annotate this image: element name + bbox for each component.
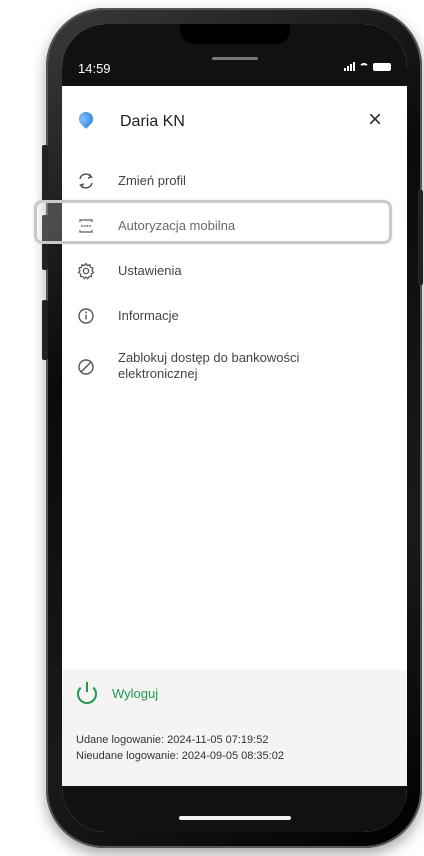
- home-indicator[interactable]: [179, 816, 291, 820]
- menu-header: Daria KN ×: [62, 86, 407, 146]
- menu-item-settings[interactable]: Ustawienia: [62, 262, 407, 302]
- gear-icon: [77, 262, 95, 280]
- menu-item-label: Ustawienia: [118, 263, 182, 278]
- menu-item-label: Zmień profil: [118, 173, 186, 188]
- profile-name: Daria KN: [120, 113, 185, 130]
- menu-item-label: Zablokuj dostęp do bankowości elektronic…: [118, 350, 300, 381]
- notch: [180, 24, 290, 44]
- logout-button[interactable]: Wyloguj: [76, 682, 158, 704]
- login-history: Udane logowanie: 2024-11-05 07:19:52 Nie…: [76, 732, 284, 764]
- signal-icon: [344, 62, 355, 71]
- power-icon: [76, 682, 98, 704]
- close-icon[interactable]: ×: [363, 108, 387, 132]
- menu-item-label: Informacje: [118, 308, 179, 323]
- volume-down-button: [42, 300, 48, 360]
- successful-login-text: Udane logowanie: 2024-11-05 07:19:52: [76, 734, 269, 746]
- battery-icon: [373, 63, 391, 71]
- menu-item-block-access[interactable]: Zablokuj dostęp do bankowości elektronic…: [62, 350, 407, 394]
- mute-switch: [42, 145, 48, 201]
- highlight-frame: [34, 200, 392, 244]
- failed-login-text: Nieudane logowanie: 2024-09-05 08:35:02: [76, 750, 284, 762]
- bottom-panel: Wyloguj Udane logowanie: 2024-11-05 07:1…: [62, 670, 407, 786]
- wifi-icon: [359, 63, 369, 71]
- phone-screen: 14:59 Daria KN × Zmień profil Autoryzacj…: [62, 24, 407, 832]
- speaker-grille: [212, 57, 258, 60]
- logout-label: Wyloguj: [112, 685, 159, 701]
- power-button: [418, 190, 423, 285]
- status-time: 14:59: [78, 61, 111, 76]
- menu-item-information[interactable]: Informacje: [62, 307, 407, 347]
- refresh-icon: [79, 173, 93, 189]
- status-bar: 14:59: [62, 24, 407, 86]
- status-icons: [344, 62, 391, 71]
- profile-avatar-icon: [76, 109, 96, 129]
- block-icon: [78, 359, 94, 375]
- info-icon: [78, 308, 94, 324]
- home-bar-area: [62, 786, 407, 832]
